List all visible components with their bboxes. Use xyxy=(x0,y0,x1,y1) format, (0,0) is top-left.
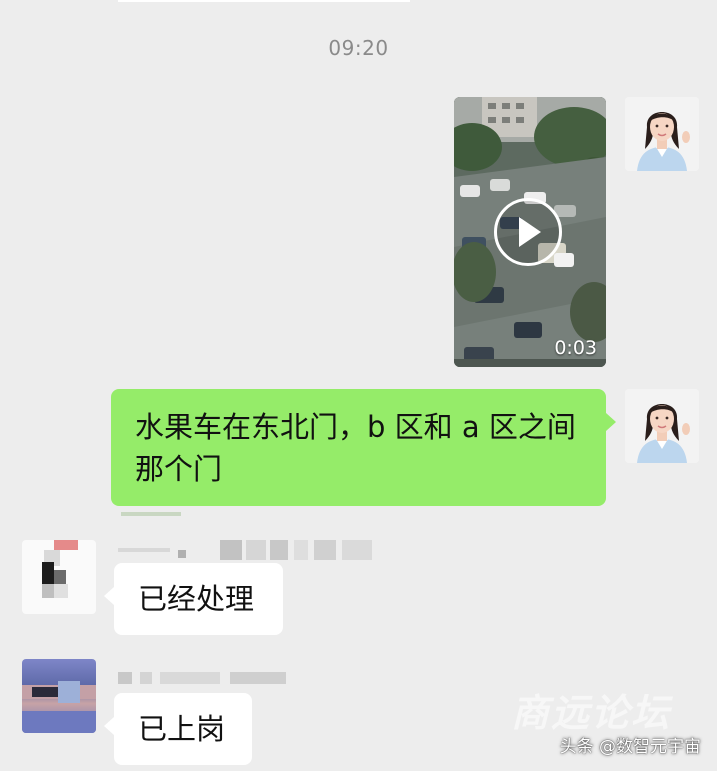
previous-message-edge xyxy=(118,0,410,2)
quote-bar xyxy=(121,512,181,516)
contact-avatar[interactable] xyxy=(22,540,96,614)
received-text-bubble[interactable]: 已经处理 xyxy=(104,563,283,635)
message-text-line-1: 水果车在东北门，b 区和 a 区之间 xyxy=(135,410,576,444)
self-avatar[interactable] xyxy=(625,97,699,171)
message-text-line-2: 那个门 xyxy=(135,452,223,486)
sender-name-blurred xyxy=(118,540,378,562)
play-icon xyxy=(519,217,541,247)
received-text-bubble[interactable]: 已上岗 xyxy=(104,693,252,765)
contact-avatar[interactable] xyxy=(22,659,96,733)
sent-text-bubble[interactable]: 水果车在东北门，b 区和 a 区之间 那个门 xyxy=(111,389,616,506)
self-avatar[interactable] xyxy=(625,389,699,463)
video-message[interactable]: 0:03 xyxy=(454,97,606,367)
watermark: 商远论坛 xyxy=(511,691,672,735)
chat-timestamp: 09:20 xyxy=(328,36,389,60)
play-button[interactable] xyxy=(494,198,562,266)
message-text: 已上岗 xyxy=(138,712,226,746)
sender-name-blurred xyxy=(118,668,298,690)
video-duration: 0:03 xyxy=(554,337,597,359)
message-text: 已经处理 xyxy=(138,582,255,616)
source-tag: 头条 @数智元宇宙 xyxy=(559,737,701,757)
